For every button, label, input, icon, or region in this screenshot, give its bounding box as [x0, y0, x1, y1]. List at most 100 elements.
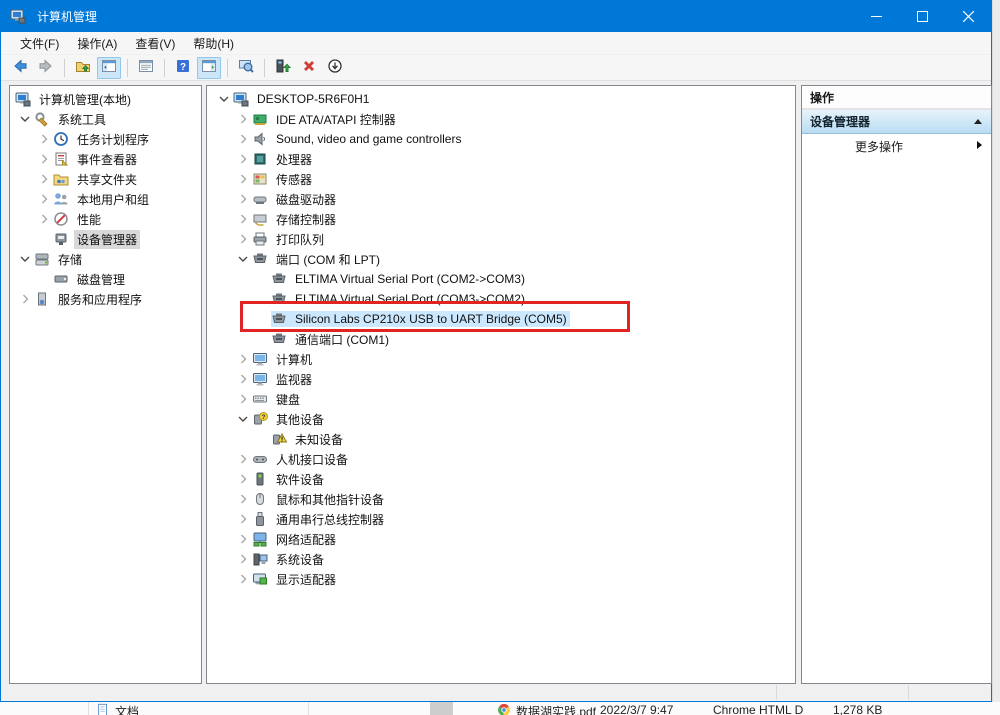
device-tree-item[interactable]: 计算机 — [207, 349, 795, 369]
show-action-pane-button[interactable] — [197, 57, 221, 79]
device-tree-item[interactable]: 键盘 — [207, 389, 795, 409]
more-actions-item[interactable]: 更多操作 — [802, 134, 991, 158]
device-tree-item[interactable]: 通用串行总线控制器 — [207, 509, 795, 529]
menu-help[interactable]: 帮助(H) — [184, 32, 243, 55]
console-tree-item[interactable]: 系统工具 — [10, 109, 201, 129]
forward-button[interactable] — [34, 57, 58, 79]
back-icon — [12, 58, 28, 77]
chevron-closed-icon[interactable] — [233, 131, 252, 147]
chevron-closed-icon[interactable] — [233, 511, 252, 527]
chevron-closed-icon[interactable] — [34, 171, 53, 187]
console-tree-item[interactable]: 计算机管理(本地) — [10, 89, 201, 109]
device-tree-item[interactable]: ?其他设备 — [207, 409, 795, 429]
chevron-closed-icon[interactable] — [233, 111, 252, 127]
device-tree-item[interactable]: DESKTOP-5R6F0H1 — [207, 89, 795, 109]
device-tree-item[interactable]: IDE ATA/ATAPI 控制器 — [207, 109, 795, 129]
show-console-tree-button[interactable] — [97, 57, 121, 79]
device-tree-item-label: 软件设备 — [273, 470, 327, 489]
menu-file[interactable]: 文件(F) — [11, 32, 68, 55]
console-tree-item[interactable]: 存储 — [10, 249, 201, 269]
help-button[interactable]: ? — [171, 57, 195, 79]
background-sidebar-item[interactable]: 文档 — [96, 703, 139, 715]
device-tree-item[interactable]: 处理器 — [207, 149, 795, 169]
chevron-open-icon[interactable] — [15, 251, 34, 267]
device-tree-item[interactable]: 传感器 — [207, 169, 795, 189]
chevron-open-icon[interactable] — [214, 91, 233, 107]
device-tree-item[interactable]: 未知设备 — [207, 429, 795, 449]
chevron-closed-icon[interactable] — [233, 471, 252, 487]
chevron-closed-icon[interactable] — [34, 131, 53, 147]
chevron-open-icon[interactable] — [15, 111, 34, 127]
device-tree-item[interactable]: 人机接口设备 — [207, 449, 795, 469]
chevron-closed-icon[interactable] — [34, 191, 53, 207]
device-tree-item[interactable]: 端口 (COM 和 LPT) — [207, 249, 795, 269]
device-tree-item-label: 鼠标和其他指针设备 — [273, 490, 387, 509]
disk-drive-icon — [252, 191, 268, 207]
device-tree-item[interactable]: 系统设备 — [207, 549, 795, 569]
maximize-button[interactable] — [899, 1, 945, 32]
up-level-button[interactable] — [71, 57, 95, 79]
chevron-closed-icon[interactable] — [233, 371, 252, 387]
uninstall-device-button[interactable] — [297, 57, 321, 79]
device-tree-item-label: 未知设备 — [292, 430, 346, 449]
chevron-closed-icon[interactable] — [34, 151, 53, 167]
chevron-closed-icon[interactable] — [233, 491, 252, 507]
device-tree-item[interactable]: Silicon Labs CP210x USB to UART Bridge (… — [207, 309, 795, 329]
properties-button[interactable] — [134, 57, 158, 79]
console-tree-item[interactable]: 服务和应用程序 — [10, 289, 201, 309]
device-tree-item-label: DESKTOP-5R6F0H1 — [254, 91, 372, 107]
device-tree-item[interactable]: 存储控制器 — [207, 209, 795, 229]
actions-section-device-manager[interactable]: 设备管理器 — [802, 110, 991, 134]
device-tree-item[interactable]: Sound, video and game controllers — [207, 129, 795, 149]
device-tree-item[interactable]: 磁盘驱动器 — [207, 189, 795, 209]
console-tree-item[interactable]: 设备管理器 — [10, 229, 201, 249]
chevron-closed-icon[interactable] — [233, 211, 252, 227]
console-tree-item[interactable]: 事件查看器 — [10, 149, 201, 169]
close-button[interactable] — [945, 1, 991, 32]
device-tree-item[interactable]: 鼠标和其他指针设备 — [207, 489, 795, 509]
chevron-open-icon[interactable] — [233, 251, 252, 267]
device-tree-item[interactable]: 软件设备 — [207, 469, 795, 489]
chevron-closed-icon[interactable] — [233, 191, 252, 207]
chevron-closed-icon[interactable] — [233, 571, 252, 587]
chevron-closed-icon[interactable] — [233, 231, 252, 247]
console-tree-item[interactable]: 磁盘管理 — [10, 269, 201, 289]
device-tree-item[interactable]: 打印队列 — [207, 229, 795, 249]
chevron-closed-icon[interactable] — [233, 351, 252, 367]
menu-action[interactable]: 操作(A) — [68, 32, 126, 55]
console-tree-item[interactable]: 本地用户和组 — [10, 189, 201, 209]
shared-folder-icon — [53, 171, 69, 187]
console-tree-item[interactable]: 性能 — [10, 209, 201, 229]
console-tree-item[interactable]: 共享文件夹 — [10, 169, 201, 189]
collapse-chevron-icon[interactable] — [973, 115, 983, 129]
background-file-row[interactable]: 数据湖实践.pdf — [497, 703, 596, 715]
device-tree-item[interactable]: 网络适配器 — [207, 529, 795, 549]
device-tree-item[interactable]: 监视器 — [207, 369, 795, 389]
chevron-closed-icon[interactable] — [233, 391, 252, 407]
sensor-icon — [252, 171, 268, 187]
device-tree-item[interactable]: ELTIMA Virtual Serial Port (COM3->COM2) — [207, 289, 795, 309]
minimize-button[interactable] — [853, 1, 899, 32]
update-driver-button[interactable] — [271, 57, 295, 79]
expander-spacer — [34, 271, 53, 287]
scan-hardware-button[interactable] — [234, 57, 258, 79]
console-tree-item[interactable]: 任务计划程序 — [10, 129, 201, 149]
chevron-closed-icon[interactable] — [34, 211, 53, 227]
help-icon: ? — [175, 58, 191, 77]
chevron-closed-icon[interactable] — [233, 451, 252, 467]
back-button[interactable] — [8, 57, 32, 79]
device-tree-item-label: Silicon Labs CP210x USB to UART Bridge (… — [292, 311, 570, 327]
action-pane-icon — [201, 58, 217, 77]
menu-view[interactable]: 查看(V) — [126, 32, 184, 55]
disable-device-button[interactable] — [323, 57, 347, 79]
chevron-closed-icon[interactable] — [233, 551, 252, 567]
chevron-closed-icon[interactable] — [15, 291, 34, 307]
chevron-closed-icon[interactable] — [233, 531, 252, 547]
device-tree-item[interactable]: 显示适配器 — [207, 569, 795, 589]
chevron-closed-icon[interactable] — [233, 171, 252, 187]
device-tree-item[interactable]: 通信端口 (COM1) — [207, 329, 795, 349]
chevron-open-icon[interactable] — [233, 411, 252, 427]
window-title: 计算机管理 — [37, 8, 97, 25]
device-tree-item[interactable]: ELTIMA Virtual Serial Port (COM2->COM3) — [207, 269, 795, 289]
chevron-closed-icon[interactable] — [233, 151, 252, 167]
